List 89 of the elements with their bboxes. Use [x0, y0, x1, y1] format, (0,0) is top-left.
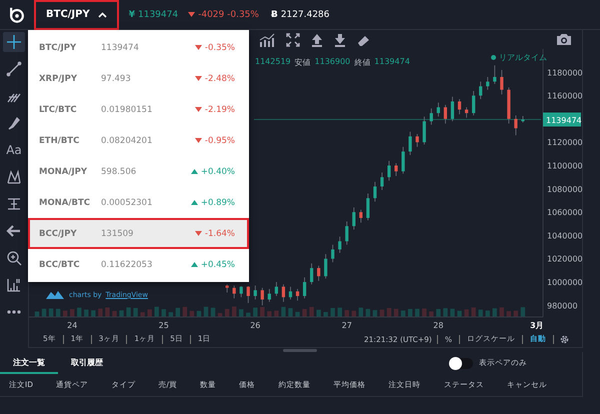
candlestick — [331, 244, 334, 264]
candlestick — [380, 172, 384, 191]
price-axis-label: 1060000 — [547, 208, 583, 218]
candlestick — [324, 254, 328, 280]
candlestick — [416, 134, 419, 148]
orders-tab[interactable]: 取引履歴 — [58, 352, 116, 374]
pair-menu-item[interactable]: MONA/BTC 0.00052301 +0.89% — [28, 187, 249, 218]
candlestick — [246, 286, 250, 304]
candlestick — [408, 132, 412, 156]
candlestick — [479, 82, 482, 100]
candlestick — [464, 107, 468, 119]
candlestick — [274, 282, 278, 297]
price-axis-label: 1080000 — [547, 185, 583, 194]
balance: 2127.4286 — [280, 10, 330, 20]
candlestick — [444, 104, 448, 124]
date-axis-label: 24 — [67, 321, 78, 330]
candlestick — [458, 99, 462, 116]
pair-menu-item[interactable]: MONA/JPY 598.506 +0.40% — [28, 156, 249, 187]
candlestick — [338, 236, 342, 254]
price-change: -4029 -0.35% — [198, 10, 259, 20]
candlestick — [493, 65, 496, 85]
candlestick — [254, 286, 257, 300]
candlestick — [345, 221, 348, 246]
pair-menu-item[interactable]: BCC/BTC 0.11622053 +0.45% — [28, 249, 249, 280]
candlestick — [472, 90, 476, 116]
pair-menu-item[interactable]: BCC/JPY 131509 -1.64% — [28, 218, 249, 249]
candlestick — [373, 182, 377, 202]
candlestick — [402, 146, 405, 175]
candlestick — [394, 163, 398, 177]
pair-selector[interactable]: BTC/JPY — [34, 0, 119, 30]
settings-icon[interactable] — [559, 334, 570, 345]
cloud-logo-icon — [45, 289, 65, 300]
candlestick — [387, 160, 391, 182]
pair-menu-item[interactable]: ETH/BTC 0.08204201 -0.95% — [28, 125, 249, 156]
price-axis-label: 1000000 — [547, 278, 583, 288]
candlestick — [296, 289, 300, 302]
fullscreen-icon[interactable] — [286, 32, 300, 47]
logo-icon[interactable] — [8, 6, 26, 24]
candlestick — [240, 286, 243, 298]
pair-menu-item[interactable]: BTC/JPY 1139474 -0.35% — [28, 32, 249, 63]
price-axis-label: 1020000 — [547, 255, 583, 264]
status-dot-icon — [491, 55, 496, 60]
candlestick — [366, 194, 370, 222]
crosshair-tool-icon[interactable] — [3, 32, 25, 52]
indicators-icon[interactable] — [259, 32, 275, 47]
candlestick — [282, 284, 286, 303]
legend-value: 1142519 — [255, 57, 291, 68]
date-axis-label: 26 — [250, 321, 260, 330]
price-axis-label: 1120000 — [547, 138, 583, 148]
price-axis-label: 1180000 — [547, 68, 583, 78]
candlestick — [514, 115, 518, 136]
pair-menu-item[interactable]: XRP/JPY 97.493 -2.48% — [28, 63, 249, 94]
date-axis-label: 25 — [158, 321, 169, 330]
upload-icon[interactable] — [311, 32, 323, 47]
candlestick — [352, 208, 356, 230]
candlestick — [260, 288, 264, 306]
currency-symbol: ¥ — [128, 10, 135, 20]
candlestick — [310, 263, 314, 286]
legend-label: 終値 — [354, 57, 370, 68]
camera-icon[interactable] — [556, 33, 572, 46]
candlestick — [430, 108, 433, 126]
caret-up-icon — [98, 12, 107, 18]
date-axis-label: 27 — [342, 321, 352, 330]
candlestick — [302, 277, 306, 300]
candlestick — [268, 289, 271, 303]
candlestick — [500, 70, 504, 96]
toggle-switch[interactable] — [450, 358, 473, 368]
candlestick — [450, 96, 454, 122]
price-axis-label: 1040000 — [547, 232, 583, 241]
candlestick — [317, 266, 320, 282]
legend-value: 1139474 — [374, 57, 410, 68]
price-axis-label: 980000 — [547, 302, 578, 311]
realtime-label: リアルタイム — [499, 52, 547, 64]
candlestick — [232, 286, 236, 300]
date-axis-label: 3月 — [530, 321, 544, 330]
text-tool[interactable]: Aa — [3, 140, 25, 160]
candlestick — [486, 77, 490, 91]
last-price: 1139474 — [138, 10, 178, 20]
candlestick — [359, 210, 363, 224]
price-axis-label: 1160000 — [547, 92, 583, 102]
price-axis-label: 1100000 — [547, 162, 583, 171]
candlestick — [422, 116, 426, 146]
pair-menu-item[interactable]: LTC/BTC 0.01980151 -2.19% — [28, 94, 249, 125]
orders-tab[interactable]: 注文一覧 — [0, 352, 58, 374]
download-icon[interactable] — [334, 32, 346, 47]
legend-value: 1136900 — [314, 57, 350, 68]
legend-label: 安値 — [294, 57, 311, 68]
currency-symbol: Ƀ — [270, 10, 278, 20]
date-axis-label: 28 — [433, 321, 444, 330]
